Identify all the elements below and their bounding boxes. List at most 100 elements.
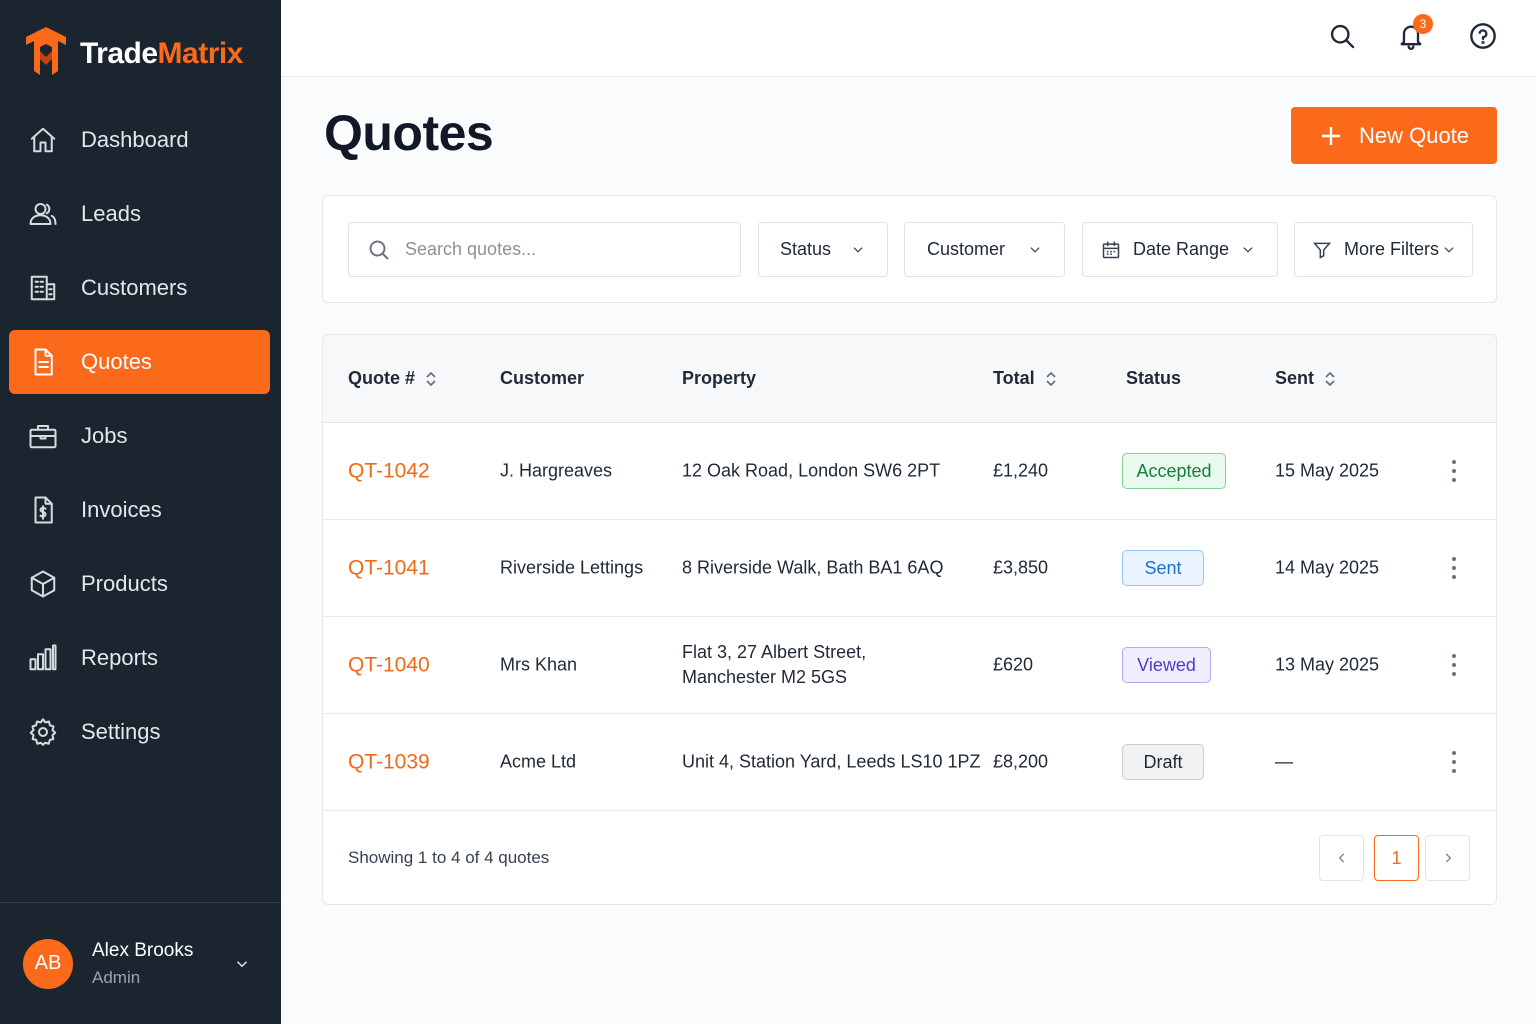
- avatar: AB: [23, 938, 73, 989]
- column-header-total[interactable]: Total: [993, 368, 1057, 389]
- sidebar-item-label: Settings: [81, 719, 161, 744]
- box-icon: [27, 568, 59, 600]
- column-header-label: Customer: [500, 368, 585, 388]
- sidebar-item-reports[interactable]: Reports: [9, 626, 270, 690]
- column-header-property: Property: [682, 368, 756, 389]
- sidebar-item-label: Quotes: [81, 349, 152, 374]
- sidebar-item-dashboard[interactable]: Dashboard: [9, 108, 270, 172]
- quote-id-link[interactable]: QT-1040: [348, 653, 430, 678]
- sort-icon: [1325, 371, 1335, 386]
- column-header-customer: Customer: [500, 368, 584, 389]
- property-cell: 8 Riverside Walk, Bath BA1 6AQ: [682, 557, 944, 578]
- chevron-down-icon: [853, 246, 863, 253]
- sidebar-item-label: Reports: [81, 645, 159, 670]
- sent-date-cell: —: [1275, 751, 1293, 772]
- chevron-down-icon: [1444, 246, 1454, 253]
- sidebar-item-leads[interactable]: Leads: [9, 182, 270, 246]
- new-quote-button[interactable]: New Quote: [1291, 107, 1497, 164]
- search-icon[interactable]: [1326, 20, 1358, 52]
- help-icon[interactable]: [1467, 20, 1499, 52]
- status-badge: Viewed: [1122, 647, 1211, 683]
- row-actions-icon[interactable]: [1443, 458, 1465, 484]
- sidebar-item-settings[interactable]: Settings: [9, 700, 270, 764]
- sidebar-item-label: Customers: [81, 275, 188, 300]
- next-page-button[interactable]: [1425, 835, 1470, 881]
- search-icon: [369, 240, 389, 260]
- total-cell: £1,240: [993, 460, 1049, 481]
- property-line: Manchester M2 5GS: [682, 667, 848, 687]
- table-row[interactable]: QT-1039 Acme Ltd Unit 4, Station Yard, L…: [323, 714, 1496, 811]
- total-cell: £3,850: [993, 557, 1049, 578]
- quotes-table: Quote # Customer Property Total Status S…: [322, 334, 1497, 905]
- column-header-label: Quote #: [348, 368, 416, 388]
- filter-bar: Status Customer Date Range More Filters: [322, 195, 1497, 303]
- topbar: 3: [281, 0, 1536, 77]
- sidebar-item-label: Products: [81, 571, 168, 596]
- customer-filter[interactable]: Customer: [904, 222, 1065, 277]
- bell-icon[interactable]: 3: [1395, 14, 1433, 52]
- sidebar-item-quotes[interactable]: Quotes: [9, 330, 270, 394]
- sidebar: TradeMatrix Dashboard Leads Customers Qu…: [0, 0, 281, 1024]
- document-icon: [27, 346, 59, 378]
- property-cell: Flat 3, 27 Albert Street, Manchester M2 …: [682, 640, 866, 690]
- sort-icon: [1046, 371, 1056, 386]
- chevron-down-icon: [1030, 246, 1040, 253]
- sidebar-item-products[interactable]: Products: [9, 552, 270, 616]
- chevron-left-icon: [1338, 853, 1344, 863]
- row-actions-icon[interactable]: [1443, 652, 1465, 678]
- chevron-down-icon: [1243, 246, 1253, 253]
- trade-matrix-logo-icon: [22, 25, 70, 84]
- search-input[interactable]: [405, 239, 705, 260]
- row-actions-icon[interactable]: [1443, 555, 1465, 581]
- quote-id-link[interactable]: QT-1041: [348, 556, 430, 581]
- user-role: Admin: [92, 967, 141, 987]
- table-row[interactable]: QT-1041 Riverside Lettings 8 Riverside W…: [323, 520, 1496, 617]
- more-filters-label: More Filters: [1344, 239, 1440, 259]
- brand-name: TradeMatrix: [80, 37, 243, 70]
- sent-date-cell: 15 May 2025: [1275, 460, 1380, 481]
- sidebar-item-invoices[interactable]: Invoices: [9, 478, 270, 542]
- sidebar-item-customers[interactable]: Customers: [9, 256, 270, 320]
- sent-date-cell: 14 May 2025: [1275, 557, 1380, 578]
- column-header-label: Sent: [1275, 368, 1315, 388]
- sidebar-nav: Dashboard Leads Customers Quotes Jobs In…: [9, 108, 270, 774]
- sent-date-cell: 13 May 2025: [1275, 654, 1380, 675]
- previous-page-button[interactable]: [1319, 835, 1364, 881]
- sidebar-item-jobs[interactable]: Jobs: [9, 404, 270, 468]
- row-actions-icon[interactable]: [1443, 749, 1465, 775]
- status-badge: Draft: [1122, 744, 1204, 780]
- total-cell: £8,200: [993, 751, 1049, 772]
- column-header-quote[interactable]: Quote #: [348, 368, 437, 389]
- search-box[interactable]: [348, 222, 741, 277]
- table-header: Quote # Customer Property Total Status S…: [323, 335, 1496, 423]
- column-header-label: Total: [993, 368, 1035, 388]
- property-line: Flat 3, 27 Albert Street,: [682, 642, 867, 662]
- more-filters-button[interactable]: More Filters: [1294, 222, 1473, 277]
- user-menu[interactable]: AB Alex Brooks Admin: [0, 902, 281, 1024]
- chevron-down-icon[interactable]: [233, 955, 251, 973]
- quote-id-link[interactable]: QT-1039: [348, 750, 430, 775]
- customer-filter-label: Customer: [927, 239, 1006, 259]
- invoice-icon: [27, 494, 59, 526]
- sidebar-item-label: Invoices: [81, 497, 162, 522]
- status-filter[interactable]: Status: [758, 222, 888, 277]
- table-row[interactable]: QT-1040 Mrs Khan Flat 3, 27 Albert Stree…: [323, 617, 1496, 714]
- date-range-label: Date Range: [1133, 239, 1230, 259]
- sort-icon: [426, 371, 436, 386]
- page-button-current[interactable]: 1: [1374, 835, 1419, 881]
- calendar-icon: [1102, 241, 1120, 258]
- new-quote-label: New Quote: [1358, 122, 1470, 148]
- plus-icon: [1321, 126, 1340, 145]
- customer-cell: Riverside Lettings: [500, 557, 644, 578]
- total-cell: £620: [993, 654, 1034, 675]
- date-range-filter[interactable]: Date Range: [1082, 222, 1278, 277]
- quote-id-link[interactable]: QT-1042: [348, 459, 430, 484]
- column-header-label: Property: [682, 368, 757, 388]
- brand[interactable]: TradeMatrix: [22, 26, 243, 82]
- customer-cell: Acme Ltd: [500, 751, 577, 772]
- table-row[interactable]: QT-1042 J. Hargreaves 12 Oak Road, Londo…: [323, 423, 1496, 520]
- column-header-sent[interactable]: Sent: [1275, 368, 1336, 389]
- chevron-right-icon: [1445, 853, 1451, 863]
- user-name: Alex Brooks: [92, 939, 194, 961]
- status-badge: Accepted: [1122, 453, 1226, 489]
